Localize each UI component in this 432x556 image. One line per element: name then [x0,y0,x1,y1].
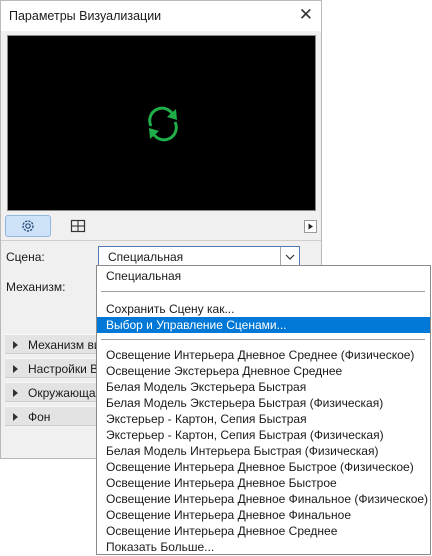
dropdown-item[interactable]: Специальная [97,268,430,284]
chevron-down-icon [285,254,295,260]
dropdown-item[interactable]: Белая Модель Экстерьера Быстрая [97,379,430,395]
title-bar: Параметры Визуализации ✕ [1,1,321,31]
scene-select[interactable]: Специальная [98,246,300,267]
dropdown-item[interactable]: Экстерьер - Картон, Сепия Быстрая (Физич… [97,427,430,443]
dropdown-item[interactable]: Белая Модель Экстерьера Быстрая (Физичес… [97,395,430,411]
panel-tabs [1,214,321,240]
dropdown-separator [101,291,425,292]
divider [1,240,321,241]
dropdown-item[interactable]: Сохранить Сцену как... [97,301,430,317]
tab-settings[interactable] [5,215,51,237]
expand-arrow-icon [13,365,18,373]
dropdown-separator [101,339,425,340]
engine-label: Механизм: [6,280,66,294]
expand-arrow-icon [13,341,18,349]
close-icon[interactable]: ✕ [299,6,313,23]
refresh-icon[interactable] [143,104,183,144]
dropdown-item[interactable]: Освещение Экстерьера Дневное Среднее [97,363,430,379]
section-label: Окружающая [28,386,103,400]
dropdown-item-highlighted[interactable]: Выбор и Управление Сценами... [97,317,430,333]
window-title: Параметры Визуализации [9,9,162,23]
scene-label: Сцена: [6,250,45,264]
scene-dropdown-button[interactable] [280,247,299,266]
scene-select-value: Специальная [108,250,184,264]
dropdown-item[interactable]: Освещение Интерьера Дневное Финальное (Ф… [97,491,430,507]
dropdown-item[interactable]: Экстерьер - Картон, Сепия Быстрая [97,411,430,427]
scroll-right-button[interactable] [304,220,317,233]
section-label: Механизм ви [28,338,101,352]
expand-arrow-icon [13,413,18,421]
tab-layout[interactable] [55,215,101,237]
section-label: Фон [28,410,51,424]
expand-arrow-icon [13,389,18,397]
dropdown-item[interactable]: Освещение Интерьера Дневное Среднее [97,523,430,539]
section-label: Настройки Ви [28,362,105,376]
grid-layout-icon [70,219,86,233]
dropdown-item[interactable]: Белая Модель Интерьера Быстрая (Физическ… [97,443,430,459]
arrow-right-icon [308,223,313,230]
dropdown-item[interactable]: Освещение Интерьера Дневное Среднее (Физ… [97,347,430,363]
gear-icon [22,220,34,232]
dropdown-item[interactable]: Показать Больше... [97,539,430,555]
dropdown-item[interactable]: Освещение Интерьера Дневное Быстрое (Физ… [97,459,430,475]
scene-dropdown-list: Специальная Сохранить Сцену как... Выбор… [96,265,431,555]
dropdown-item[interactable]: Освещение Интерьера Дневное Быстрое [97,475,430,491]
dropdown-item[interactable]: Освещение Интерьера Дневное Финальное [97,507,430,523]
render-preview [7,35,316,211]
